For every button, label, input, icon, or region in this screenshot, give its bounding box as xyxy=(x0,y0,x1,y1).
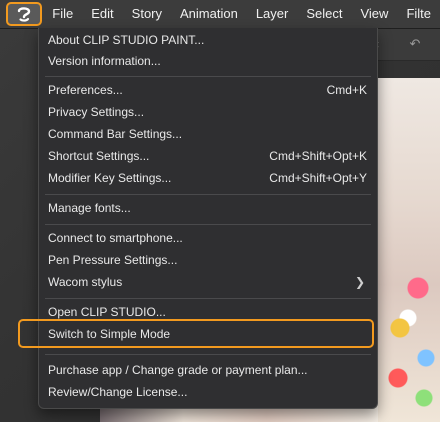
menu-item-label: Manage fonts... xyxy=(48,201,131,215)
menu-item-shortcut: Cmd+K xyxy=(326,83,367,97)
undo-icon[interactable]: ↶ xyxy=(404,34,426,54)
menu-separator xyxy=(45,224,371,225)
menu-item-label: Open CLIP STUDIO... xyxy=(48,305,166,319)
menu-file[interactable]: File xyxy=(42,0,82,28)
menu-item-manage-fonts[interactable]: Manage fonts... xyxy=(48,198,367,218)
menu-animation[interactable]: Animation xyxy=(171,0,247,28)
menu-separator xyxy=(45,354,371,355)
menu-item-review-change-license[interactable]: Review/Change License... xyxy=(48,382,367,402)
menu-item-version-information[interactable]: Version information... xyxy=(48,51,367,71)
menu-item-label: Review/Change License... xyxy=(48,385,188,399)
menu-item-privacy-settings[interactable]: Privacy Settings... xyxy=(48,102,367,122)
menu-separator xyxy=(45,298,371,299)
menu-item-wacom-stylus[interactable]: Wacom stylus ❯ xyxy=(48,272,367,292)
menu-separator xyxy=(45,194,371,195)
menu-item-label: Pen Pressure Settings... xyxy=(48,253,178,267)
menu-item-purchase-app[interactable]: Purchase app / Change grade or payment p… xyxy=(48,360,367,380)
menu-item-shortcut: Cmd+Shift+Opt+Y xyxy=(269,171,367,185)
menu-bar: File Edit Story Animation Layer Select V… xyxy=(0,0,440,29)
menu-separator xyxy=(45,76,371,77)
menu-item-about[interactable]: About CLIP STUDIO PAINT... xyxy=(48,30,367,50)
menu-item-command-bar-settings[interactable]: Command Bar Settings... xyxy=(48,124,367,144)
menu-item-label: Modifier Key Settings... xyxy=(48,171,172,185)
app-dropdown-menu: About CLIP STUDIO PAINT... Version infor… xyxy=(18,28,378,409)
menu-filter[interactable]: Filte xyxy=(397,0,440,28)
menu-item-preferences[interactable]: Preferences... Cmd+K xyxy=(48,80,367,100)
menu-item-label: Preferences... xyxy=(48,83,123,97)
app-menu-button[interactable] xyxy=(6,2,43,26)
highlight-annotation xyxy=(18,319,374,348)
menu-item-label: Privacy Settings... xyxy=(48,105,145,119)
menu-item-shortcut: Cmd+Shift+Opt+K xyxy=(269,149,367,163)
menu-item-label: About CLIP STUDIO PAINT... xyxy=(48,33,205,47)
menu-story[interactable]: Story xyxy=(123,0,171,28)
menu-item-connect-to-smartphone[interactable]: Connect to smartphone... xyxy=(48,228,367,248)
menu-select[interactable]: Select xyxy=(297,0,351,28)
chevron-right-icon: ❯ xyxy=(354,275,365,289)
menu-item-label: Connect to smartphone... xyxy=(48,231,183,245)
canvas-artwork xyxy=(378,78,440,422)
menu-item-pen-pressure-settings[interactable]: Pen Pressure Settings... xyxy=(48,250,367,270)
menu-edit[interactable]: Edit xyxy=(82,0,122,28)
menu-item-shortcut-settings[interactable]: Shortcut Settings... Cmd+Shift+Opt+K xyxy=(48,146,367,166)
clip-studio-logo-icon xyxy=(17,7,31,22)
menu-view[interactable]: View xyxy=(351,0,397,28)
menu-item-label: Command Bar Settings... xyxy=(48,127,183,141)
menu-item-modifier-key-settings[interactable]: Modifier Key Settings... Cmd+Shift+Opt+Y xyxy=(48,168,367,188)
menu-item-label: Purchase app / Change grade or payment p… xyxy=(48,363,308,377)
menu-item-label: Wacom stylus xyxy=(48,275,123,289)
menu-item-label: Shortcut Settings... xyxy=(48,149,150,163)
menu-item-label: Version information... xyxy=(48,54,161,68)
menu-layer[interactable]: Layer xyxy=(247,0,298,28)
